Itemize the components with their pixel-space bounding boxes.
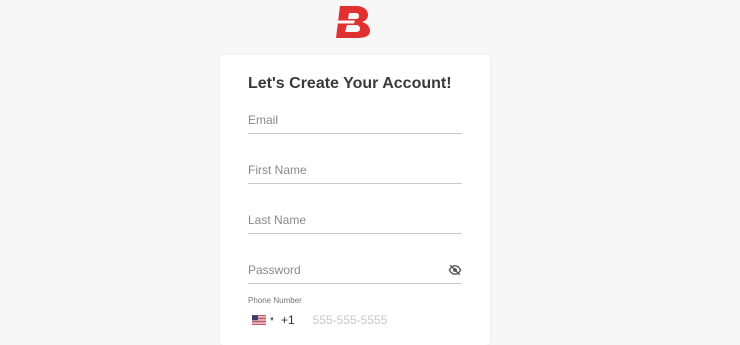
email-input[interactable]: [248, 109, 462, 131]
first-name-input[interactable]: [248, 159, 462, 181]
signup-card: Let's Create Your Account! Phone Number: [220, 55, 490, 345]
email-field[interactable]: [248, 109, 462, 134]
eye-slash-icon[interactable]: [448, 263, 462, 277]
chevron-down-icon: ▼: [269, 317, 275, 323]
last-name-input[interactable]: [248, 209, 462, 231]
form-title: Let's Create Your Account!: [248, 75, 452, 92]
phone-number-label: Phone Number: [248, 296, 302, 305]
password-input[interactable]: [248, 259, 438, 281]
last-name-field[interactable]: [248, 209, 462, 234]
us-flag-icon: [252, 315, 266, 325]
brand-logo-b-icon: [330, 6, 370, 38]
first-name-field[interactable]: [248, 159, 462, 184]
brand-logo: [329, 4, 373, 40]
password-field[interactable]: [248, 259, 462, 284]
phone-number-field[interactable]: ▼ +1: [252, 312, 462, 328]
country-code-select[interactable]: ▼: [252, 315, 275, 325]
